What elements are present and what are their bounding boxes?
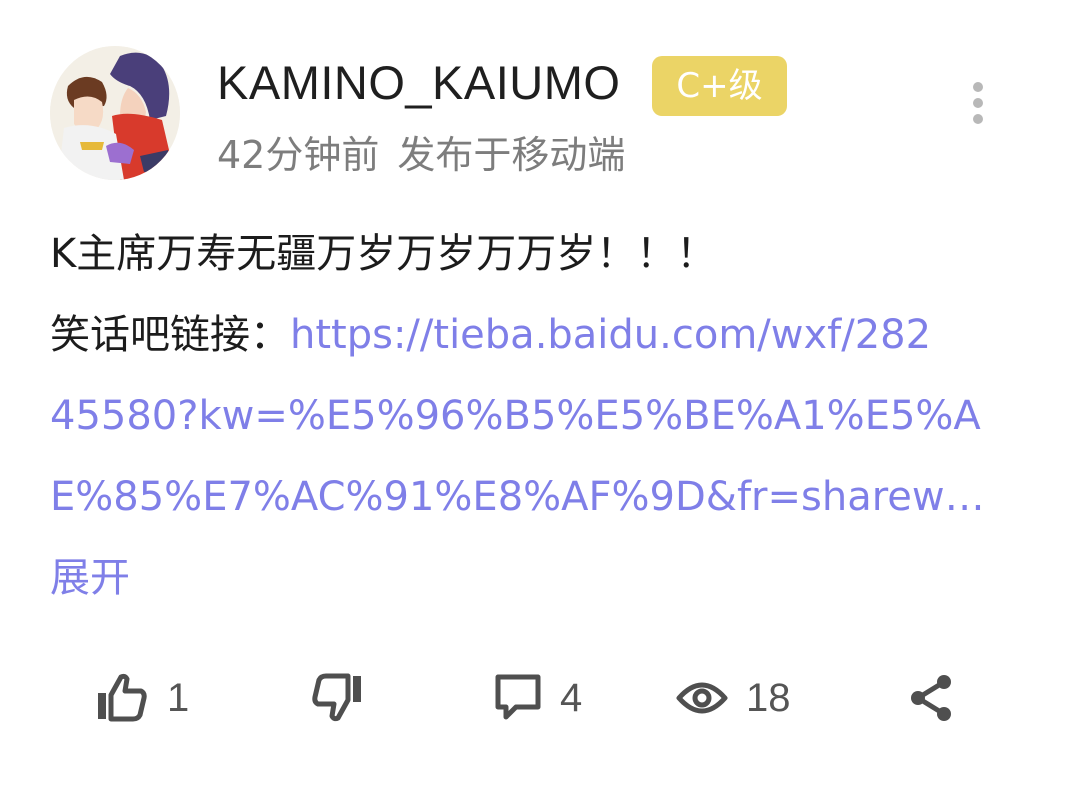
post-text: K主席万寿无疆万岁万岁万万岁！！！: [50, 231, 717, 277]
comment-count: 4: [560, 675, 583, 720]
like-button[interactable]: 1: [95, 666, 189, 730]
avatar-image: [50, 46, 180, 180]
like-count: 1: [167, 675, 190, 720]
link-line-1: 笑话吧链接：https://tieba.baidu.com/wxf/282: [50, 295, 1040, 376]
views: 18: [676, 666, 791, 730]
share-link-part-1[interactable]: https://tieba.baidu.com/wxf/282: [290, 312, 931, 358]
post-card: KAMINO_KAIUMO C+级 42分钟前 发布于移动端 K主席万寿无疆万岁万…: [0, 0, 1080, 792]
dislike-button[interactable]: [310, 666, 364, 730]
post-content: K主席万寿无疆万岁万岁万万岁！！！ 笑话吧链接：https://tieba.ba…: [50, 214, 1040, 619]
post-meta: 42分钟前 发布于移动端: [217, 128, 625, 182]
more-options-icon[interactable]: [962, 82, 994, 124]
share-link-part-2[interactable]: 45580?kw=%E5%96%B5%E5%BE%A1%E5%A: [50, 376, 1040, 457]
share-button[interactable]: [908, 666, 954, 730]
post-source: 发布于移动端: [397, 133, 626, 177]
comment-icon: [494, 673, 542, 723]
post-time: 42分钟前: [217, 133, 380, 177]
eye-icon: [676, 678, 728, 718]
expand-button[interactable]: 展开: [50, 555, 130, 601]
level-badge: C+级: [652, 56, 787, 116]
link-prefix: 笑话吧链接：: [50, 312, 290, 358]
share-icon: [908, 673, 954, 723]
thumbs-up-icon: [95, 673, 149, 723]
thumbs-down-icon: [310, 672, 364, 724]
view-count: 18: [746, 675, 791, 720]
comment-button[interactable]: 4: [494, 666, 582, 730]
share-link-part-3[interactable]: E%85%E7%AC%91%E8%AF%9D&fr=sharew…: [50, 457, 1040, 538]
action-bar: 1 4 18: [0, 666, 1080, 730]
username[interactable]: KAMINO_KAIUMO: [217, 52, 620, 114]
avatar[interactable]: [50, 46, 180, 180]
